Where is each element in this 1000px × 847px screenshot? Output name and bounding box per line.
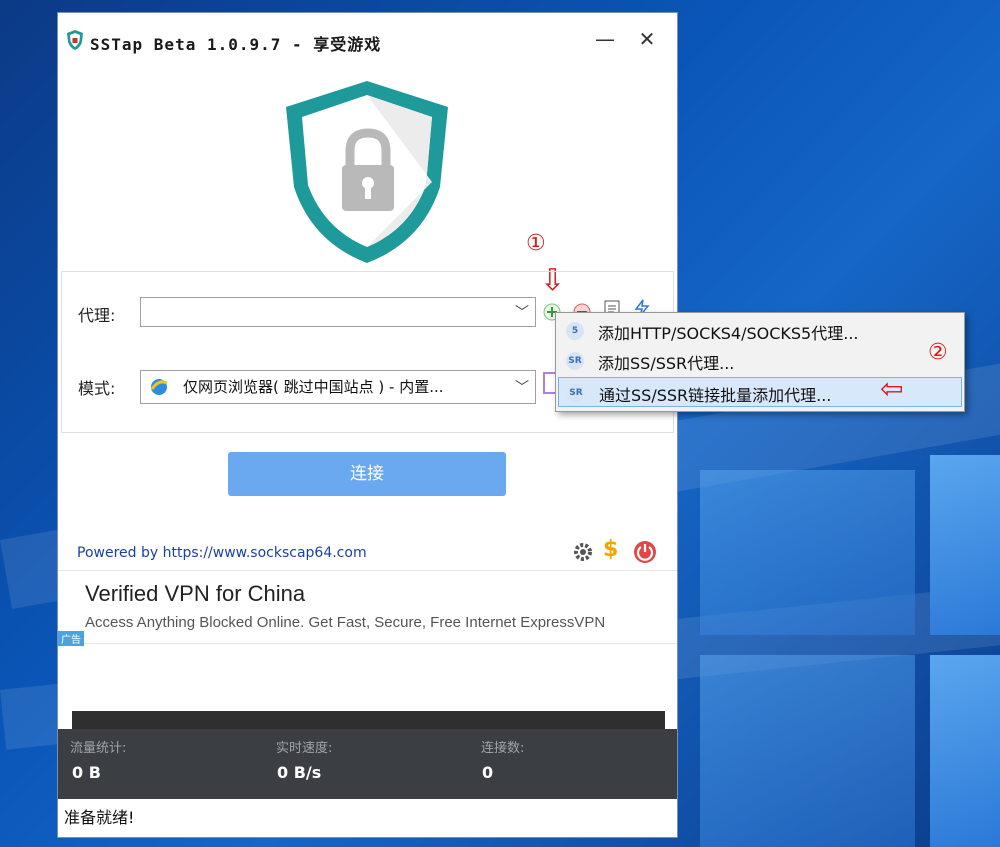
socks-icon: 5 (566, 322, 584, 340)
ad-tag: 广告 (58, 631, 84, 646)
windows-logo-tile (700, 655, 915, 847)
traffic-value: 0 B (72, 763, 101, 782)
step1-annotation: ① (526, 231, 546, 256)
powered-by-link[interactable]: Powered by https://www.sockscap64.com (77, 545, 367, 561)
connect-button[interactable]: 连接 (228, 452, 506, 496)
connections-label: 连接数: (481, 741, 525, 756)
stats-panel: 流量统计: 0 B 实时速度: 0 B/s 连接数: 0 (58, 729, 677, 799)
windows-logo-tile (930, 455, 1000, 635)
minimize-button[interactable]: — (588, 25, 622, 53)
power-icon[interactable] (633, 540, 657, 564)
chevron-down-icon: ﹀ (515, 305, 529, 321)
menu-item-label: 添加HTTP/SOCKS4/SOCKS5代理... (598, 324, 859, 343)
settings-gear-icon[interactable] (572, 541, 594, 563)
ssr-icon: SR (567, 384, 585, 402)
shield-app-icon (67, 30, 83, 50)
mode-value: 仅网页浏览器( 跳过中国站点 ) - 内置... (183, 378, 444, 396)
traffic-label: 流量统计: (70, 741, 127, 756)
ad-title[interactable]: Verified VPN for China (85, 581, 305, 607)
connections-value: 0 (482, 763, 494, 782)
ssr-icon: SR (566, 352, 584, 370)
ad-description[interactable]: Access Anything Blocked Online. Get Fast… (85, 614, 605, 631)
menu-item-label: 添加SS/SSR代理... (598, 354, 735, 373)
windows-logo-tile (700, 470, 915, 635)
windows-logo-tile (930, 655, 1000, 847)
close-button[interactable]: ✕ (630, 25, 664, 53)
arrow-left-annotation: ⇦ (880, 372, 904, 405)
mode-label: 模式: (78, 379, 116, 398)
shield-lock-logo (286, 81, 448, 263)
donate-dollar-icon[interactable]: $ (603, 537, 618, 562)
speed-value: 0 B/s (277, 763, 322, 782)
title-bar[interactable]: SSTap Beta 1.0.9.7 - 享受游戏 — ✕ (58, 13, 677, 67)
traffic-progress-bar (72, 711, 665, 729)
window-title: SSTap Beta 1.0.9.7 - 享受游戏 (90, 35, 382, 54)
menu-item-add-http-socks[interactable]: 5 添加HTTP/SOCKS4/SOCKS5代理... (558, 316, 962, 346)
proxy-select[interactable]: ﹀ (140, 297, 536, 327)
proxy-label: 代理: (78, 306, 116, 325)
advertisement-banner[interactable]: Verified VPN for China Access Anything B… (58, 570, 677, 646)
chevron-down-icon: ﹀ (515, 380, 529, 396)
mode-select[interactable]: 仅网页浏览器( 跳过中国站点 ) - 内置... ﹀ (140, 370, 536, 404)
speed-label: 实时速度: (276, 741, 333, 756)
add-proxy-context-menu: 5 添加HTTP/SOCKS4/SOCKS5代理... SR 添加SS/SSR代… (555, 312, 965, 412)
menu-item-label: 通过SS/SSR链接批量添加代理... (599, 386, 832, 405)
step2-annotation: ② (928, 340, 948, 365)
app-window: SSTap Beta 1.0.9.7 - 享受游戏 — ✕ ① ⇩ 代理: ﹀ (57, 12, 678, 838)
browser-icon (150, 379, 168, 395)
status-text: 准备就绪! (64, 808, 135, 827)
